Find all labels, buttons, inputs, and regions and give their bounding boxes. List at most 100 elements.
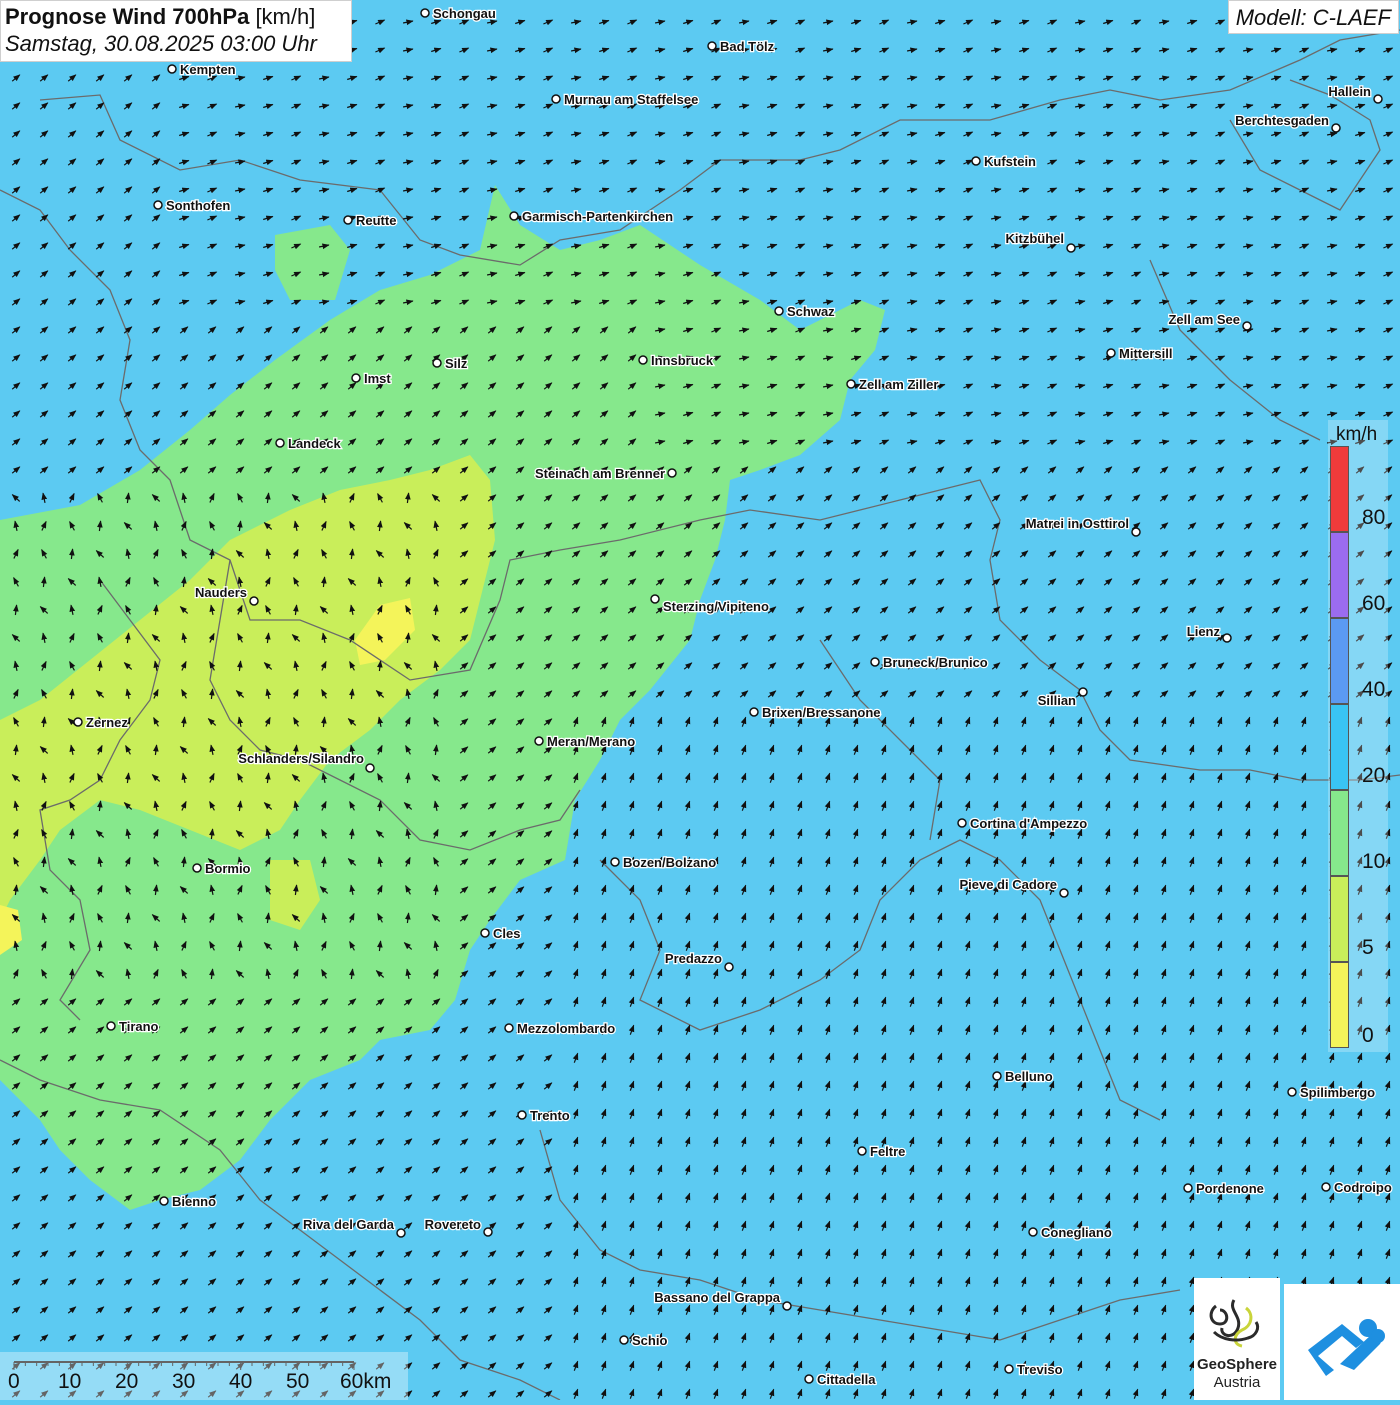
city-marker: Meran/Merano: [534, 733, 636, 750]
city-label: Cortina d'Ampezzo: [970, 816, 1087, 831]
city-label: Reutte: [356, 213, 396, 228]
city-label: Sonthofen: [166, 198, 230, 213]
city-label: Zernez: [86, 715, 128, 730]
city-dot: [517, 1110, 527, 1120]
legend-color-segment: [1330, 704, 1349, 790]
city-dot: [1078, 687, 1088, 697]
scale-label: 60km: [340, 1370, 392, 1393]
city-label: Sterzing/Vipiteno: [663, 599, 769, 614]
city-dot: [509, 211, 519, 221]
city-label: Rovereto: [425, 1217, 481, 1232]
city-dot: [707, 41, 717, 51]
city-dot: [551, 94, 561, 104]
city-dot: [159, 1196, 169, 1206]
city-dot: [534, 736, 544, 746]
city-dot: [782, 1301, 792, 1311]
legend-unit: km/h: [1336, 424, 1378, 445]
legend-label: 80: [1362, 506, 1386, 529]
city-marker: Cortina d'Ampezzo: [957, 815, 1089, 832]
city-dot: [749, 707, 759, 717]
city-dot: [1183, 1183, 1193, 1193]
city-label: Murnau am Staffelsee: [564, 92, 698, 107]
legend-label: 5: [1362, 936, 1374, 959]
city-marker: Brixen/Bressanone: [749, 704, 882, 721]
city-marker: Mezzolombardo: [504, 1020, 617, 1037]
cloud-arrow-icon: [1308, 1319, 1385, 1376]
city-label: Schwaz: [787, 304, 835, 319]
geosphere-wordmark-country: Austria: [1213, 1374, 1261, 1391]
geosphere-wordmark: GeoSphere: [1196, 1356, 1278, 1373]
city-dot: [650, 594, 660, 604]
city-dot: [1373, 94, 1383, 104]
city-dot: [420, 8, 430, 18]
city-marker: Zell am Ziller: [846, 376, 940, 393]
city-dot: [724, 962, 734, 972]
color-legend: km/h 80 60 40 20 10 5 0: [1328, 420, 1388, 1052]
legend-color-segment: [1330, 962, 1349, 1048]
city-dot: [153, 200, 163, 210]
city-dot: [1028, 1227, 1038, 1237]
legend-label: 40: [1362, 678, 1386, 701]
city-dot: [249, 596, 259, 606]
legend-color-segment: [1330, 618, 1349, 704]
legend-label: 60: [1362, 592, 1386, 615]
city-label: Schlanders/Silandro: [238, 751, 364, 766]
city-label: Bassano del Grappa: [654, 1290, 780, 1305]
city-dot: [1287, 1087, 1297, 1097]
city-dot: [846, 379, 856, 389]
scale-label: 40: [229, 1370, 253, 1393]
city-dot: [343, 215, 353, 225]
city-label: Steinach am Brenner: [535, 466, 665, 481]
city-dot: [610, 857, 620, 867]
city-dot: [73, 717, 83, 727]
city-dot: [971, 156, 981, 166]
city-label: Imst: [364, 371, 391, 386]
city-dot: [106, 1021, 116, 1031]
city-dot: [638, 355, 648, 365]
city-label: Trento: [530, 1108, 570, 1123]
city-dot: [483, 1227, 493, 1237]
city-label: Cittadella: [817, 1372, 876, 1387]
city-label: Hallein: [1328, 84, 1371, 99]
legend-color-segment: [1330, 532, 1349, 618]
city-label: Kitzbühel: [1006, 231, 1065, 246]
app-logo: [1284, 1284, 1400, 1400]
city-marker: Murnau am Staffelsee: [551, 91, 700, 108]
city-dot: [1066, 243, 1076, 253]
city-dot: [1242, 321, 1252, 331]
city-dot: [167, 64, 177, 74]
city-label: Mezzolombardo: [517, 1021, 615, 1036]
city-dot: [957, 818, 967, 828]
city-dot: [1059, 888, 1069, 898]
city-dot: [1004, 1364, 1014, 1374]
city-label: Sillian: [1038, 693, 1076, 708]
city-label: Pordenone: [1196, 1181, 1264, 1196]
city-label: Zell am Ziller: [859, 377, 938, 392]
city-dot: [1131, 527, 1141, 537]
city-label: Innsbruck: [651, 353, 714, 368]
legend-label: 20: [1362, 764, 1386, 787]
model-label: Modell: C-LAEF: [1227, 0, 1399, 34]
city-label: Bozen/Bolzano: [623, 855, 716, 870]
map-title-unit: [km/h]: [255, 4, 316, 29]
city-label: Meran/Merano: [547, 734, 635, 749]
city-dot: [396, 1228, 406, 1238]
city-dot: [1106, 348, 1116, 358]
city-label: Landeck: [288, 436, 342, 451]
city-label: Conegliano: [1041, 1225, 1112, 1240]
scale-label: 0: [8, 1370, 20, 1393]
city-dot: [1321, 1182, 1331, 1192]
city-label: Schio: [632, 1333, 667, 1348]
city-marker: Bruneck/Brunico: [870, 654, 989, 671]
legend-label: 10: [1362, 850, 1386, 873]
city-label: Silz: [445, 356, 468, 371]
geosphere-emblem-icon: [1209, 1299, 1260, 1348]
city-dot: [667, 468, 677, 478]
city-label: Brixen/Bressanone: [762, 705, 881, 720]
city-dot: [804, 1374, 814, 1384]
city-label: Schongau: [433, 6, 496, 21]
city-marker: Sonthofen: [153, 197, 232, 214]
city-dot: [857, 1146, 867, 1156]
map-title: Prognose Wind 700hPa [km/h]: [5, 4, 347, 30]
city-label: Lienz: [1187, 624, 1221, 639]
